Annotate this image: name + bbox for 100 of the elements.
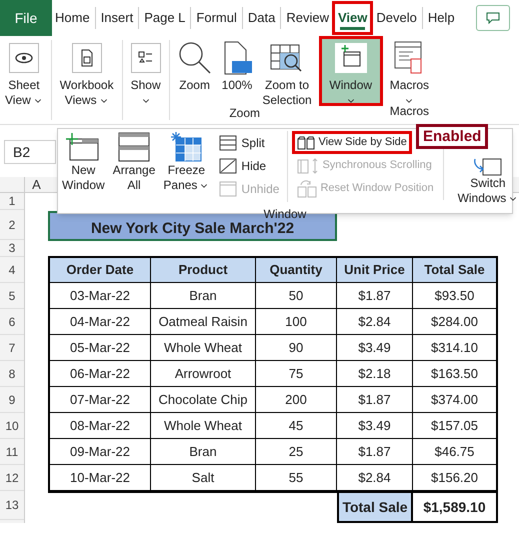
- enabled-callout: Enabled: [416, 124, 488, 149]
- ribbon-button[interactable]: Zoom to Selection: [257, 36, 317, 108]
- table-cell: $314.10: [413, 335, 496, 361]
- table-cell: 05-Mar-22: [50, 335, 151, 361]
- row-number: 1: [0, 193, 24, 210]
- table-cell: 08-Mar-22: [50, 413, 151, 439]
- total-label-cell: Total Sale: [337, 493, 413, 523]
- column-header: A: [31, 177, 42, 192]
- switch-windows-icon: [472, 158, 503, 176]
- ribbon-button[interactable]: Window: [318, 36, 383, 106]
- comment-icon: [486, 12, 500, 24]
- table-cell: 45: [256, 413, 337, 439]
- ribbon-tab[interactable]: Review: [283, 1, 332, 35]
- hide-icon: [219, 158, 238, 174]
- page-100-icon: [222, 41, 252, 75]
- freeze-panes-icon: [170, 132, 202, 162]
- table-cell: $3.49: [337, 413, 413, 439]
- table-cell: Bran: [151, 283, 256, 309]
- group-label: Zoom: [228, 108, 262, 118]
- table-cell: $46.75: [413, 439, 496, 465]
- row-number: 3: [0, 240, 24, 257]
- window-menu-item[interactable]: View Side by Side: [292, 131, 412, 154]
- table-cell: 04-Mar-22: [50, 309, 151, 335]
- row-number: 8: [0, 361, 24, 387]
- table-cell: $1.87: [337, 439, 413, 465]
- window-menu-item[interactable]: Split: [217, 131, 282, 154]
- new-window-icon: [66, 133, 100, 161]
- table-cell: 100: [256, 309, 337, 335]
- row-number: 9: [0, 387, 24, 413]
- table-cell: $284.00: [413, 309, 496, 335]
- table-cell: 09-Mar-22: [50, 439, 151, 465]
- table-cell: Salt: [151, 465, 256, 491]
- side-by-side-icon: [297, 136, 316, 150]
- reset-position-icon: [297, 180, 318, 198]
- ribbon-button[interactable]: Show: [126, 36, 166, 106]
- window-menu-button[interactable]: Switch Windows: [452, 158, 519, 208]
- table-cell: $1.87: [337, 283, 413, 309]
- ribbon-button[interactable]: Zoom: [172, 36, 217, 108]
- ribbon-button[interactable]: Workbook Views: [54, 36, 119, 108]
- magnifier-icon: [178, 41, 212, 75]
- ribbon-tab[interactable]: Help: [424, 1, 458, 35]
- ribbon-tab[interactable]: Page L: [141, 1, 188, 35]
- window-menu-button[interactable]: Freeze Panes: [159, 131, 214, 208]
- table-cell: 50: [256, 283, 337, 309]
- row-number: 4: [0, 257, 24, 283]
- arrange-icon: [118, 132, 150, 162]
- new-window-icon: [334, 43, 367, 73]
- name-box[interactable]: B2: [4, 140, 56, 164]
- unhide-icon: [219, 180, 238, 196]
- table-cell: 55: [256, 465, 337, 491]
- table-cell: $2.84: [337, 465, 413, 491]
- table-cell: 06-Mar-22: [50, 361, 151, 387]
- row-number: 6: [0, 309, 24, 335]
- table-cell: $2.84: [337, 309, 413, 335]
- ribbon-tab[interactable]: View: [332, 1, 374, 35]
- comments-button[interactable]: [476, 5, 510, 31]
- table-cell: Whole Wheat: [151, 335, 256, 361]
- row-number: 13: [0, 491, 24, 520]
- header-cell: Unit Price: [337, 258, 413, 283]
- row-number: 12: [0, 465, 24, 491]
- table-cell: 03-Mar-22: [50, 283, 151, 309]
- ribbon-tab[interactable]: Home: [52, 1, 93, 35]
- table-cell: Oatmeal Raisin: [151, 309, 256, 335]
- ribbon-tab[interactable]: Data: [244, 1, 278, 35]
- row-number: 5: [0, 283, 24, 309]
- table-cell: 25: [256, 439, 337, 465]
- table-cell: 10-Mar-22: [50, 465, 151, 491]
- row-number: 2: [0, 210, 24, 240]
- table-cell: Chocolate Chip: [151, 387, 256, 413]
- ribbon-button[interactable]: Sheet View: [0, 36, 48, 108]
- ribbon-tab[interactable]: Develo: [373, 1, 420, 35]
- file-tab[interactable]: File: [0, 0, 52, 36]
- header-cell: Total Sale: [413, 258, 496, 283]
- row-number: 10: [0, 413, 24, 439]
- table-cell: $1.87: [337, 387, 413, 413]
- table-cell: 07-Mar-22: [50, 387, 151, 413]
- ribbon-tab[interactable]: Formul: [193, 1, 240, 35]
- ribbon-button[interactable]: Macros: [384, 36, 434, 106]
- table-cell: $374.00: [413, 387, 496, 413]
- ribbon-button[interactable]: 100%: [216, 36, 258, 108]
- table-cell: Bran: [151, 439, 256, 465]
- table-cell: $2.18: [337, 361, 413, 387]
- eye-icon: [8, 43, 39, 73]
- row-number: 7: [0, 335, 24, 361]
- split-icon: [219, 134, 238, 150]
- show-icon: [130, 43, 161, 73]
- workbook-icon: [72, 43, 102, 73]
- window-menu-button[interactable]: Arrange All: [108, 131, 160, 208]
- ribbon-tab[interactable]: Insert: [98, 1, 136, 35]
- table-cell: Arrowroot: [151, 361, 256, 387]
- header-cell: Quantity: [256, 258, 337, 283]
- table-cell: $93.50: [413, 283, 496, 309]
- table-cell: $157.05: [413, 413, 496, 439]
- table-cell: $163.50: [413, 361, 496, 387]
- group-label: Macros: [388, 106, 430, 116]
- window-menu-button[interactable]: New Window: [58, 131, 109, 208]
- table-cell: 75: [256, 361, 337, 387]
- table-cell: Whole Wheat: [151, 413, 256, 439]
- window-menu-item[interactable]: Hide: [217, 154, 282, 177]
- row-number: 11: [0, 439, 24, 465]
